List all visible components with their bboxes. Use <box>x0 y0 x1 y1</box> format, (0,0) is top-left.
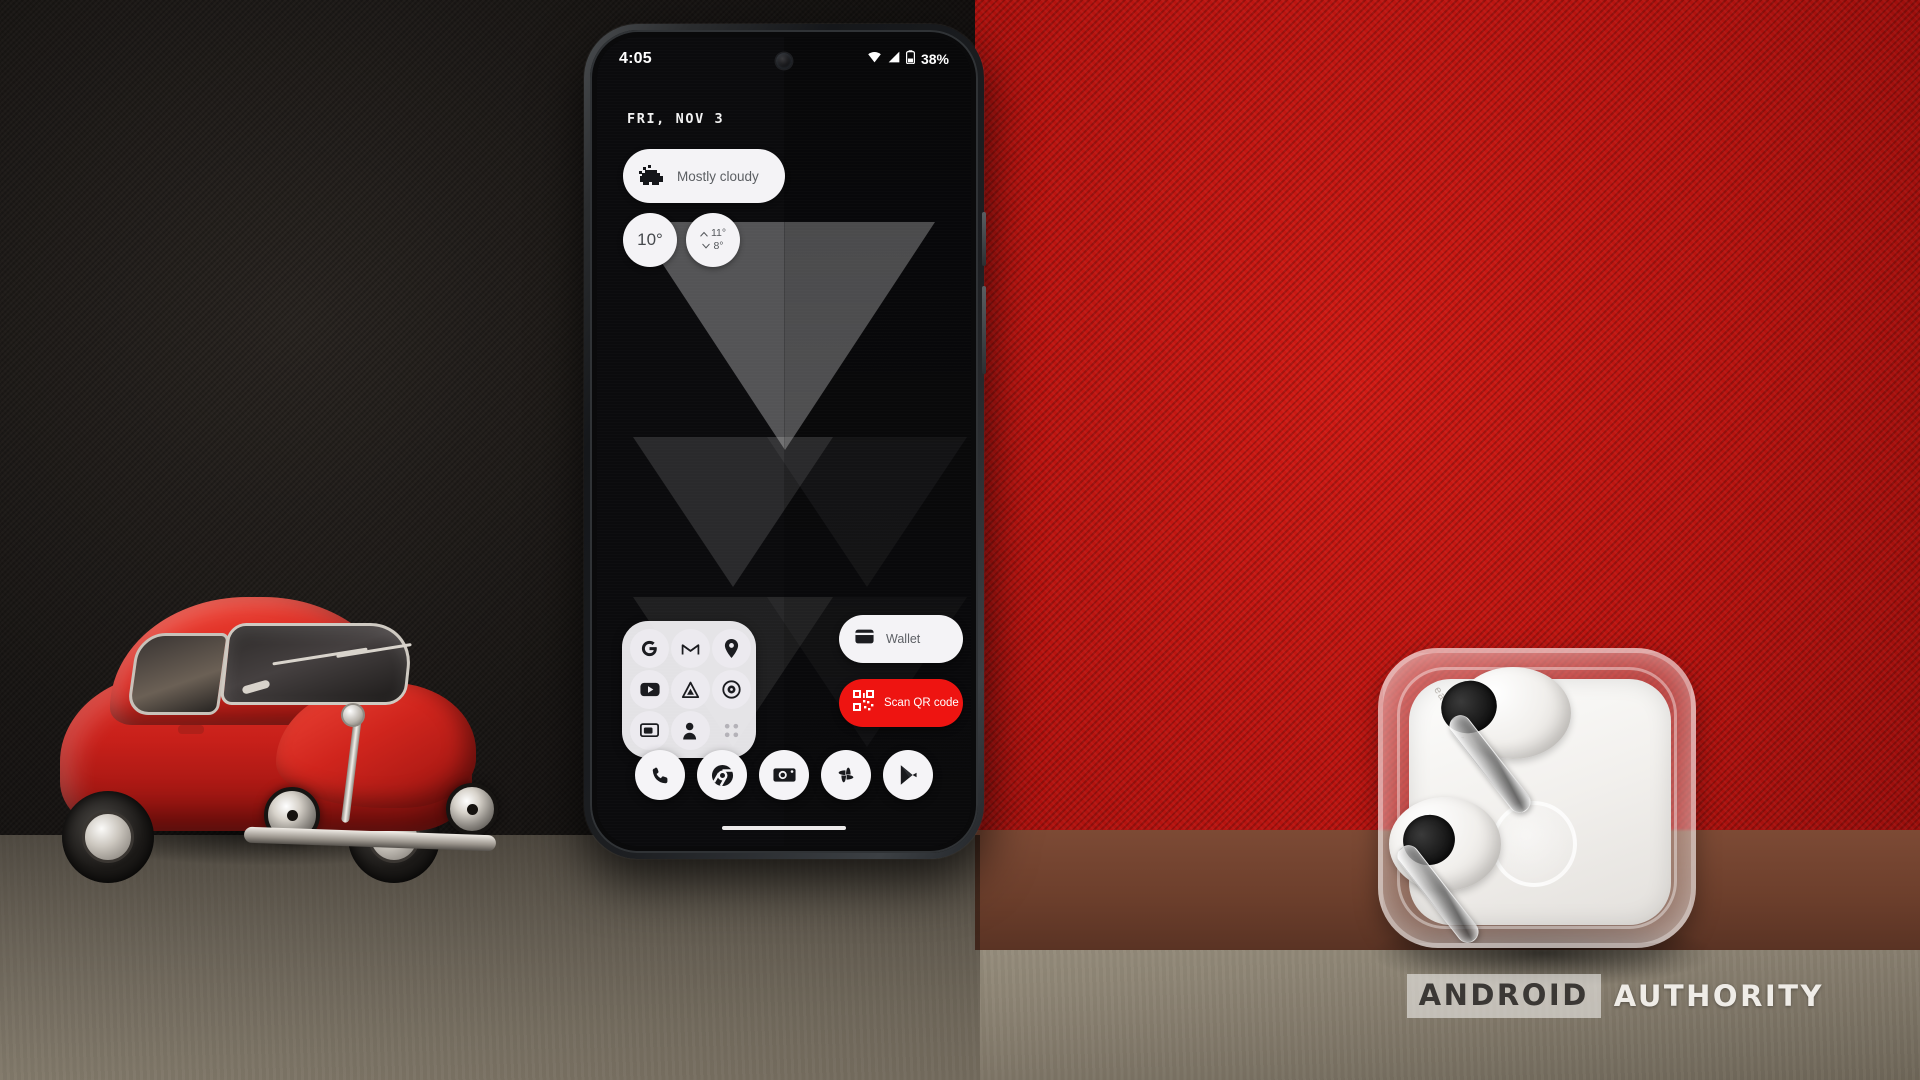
earbuds-case-ring <box>1491 801 1577 887</box>
weather-highlow-circle[interactable]: 11° 8° <box>686 213 740 267</box>
battery-icon <box>905 49 915 69</box>
toy-car-door-handle <box>178 725 204 734</box>
toy-car <box>48 555 498 883</box>
earbuds-transparent-case: ear (case) <box>1378 648 1696 948</box>
phone-screen[interactable]: 4:05 38% FRI, NOV 3 Mostly cloudy 10° 11… <box>597 37 971 846</box>
app-icon-more[interactable] <box>712 711 751 750</box>
dock-icon-photos[interactable] <box>821 750 871 800</box>
wallet-button[interactable]: Wallet <box>839 615 963 663</box>
weather-high-row: 11° <box>700 226 727 240</box>
weather-temp-row: 10° 11° 8° <box>623 213 785 267</box>
wallpaper-triangle-mid-left <box>633 437 833 587</box>
app-icon-contacts[interactable] <box>671 711 710 750</box>
weather-condition-pill[interactable]: Mostly cloudy <box>623 149 785 203</box>
cellular-signal-icon <box>887 50 901 68</box>
weather-condition-text: Mostly cloudy <box>677 168 759 184</box>
photo-scene: ear (case) <box>0 0 1920 1080</box>
front-camera-punch-hole <box>776 53 792 69</box>
dock-icon-camera[interactable] <box>759 750 809 800</box>
app-icon-youtube[interactable] <box>630 670 669 709</box>
google-apps-grid-widget[interactable] <box>622 621 756 758</box>
chevron-down-icon <box>702 244 711 249</box>
dock-icon-chrome[interactable] <box>697 750 747 800</box>
home-gesture-bar[interactable] <box>722 826 846 830</box>
weather-current-temp-circle[interactable]: 10° <box>623 213 677 267</box>
watermark: ANDROID AUTHORITY <box>1406 974 1824 1018</box>
dock-icon-play-store[interactable] <box>883 750 933 800</box>
scan-qr-button[interactable]: Scan QR code <box>839 679 963 727</box>
battery-percentage: 38% <box>920 51 949 67</box>
phone-power-button[interactable] <box>982 212 986 266</box>
status-bar-icons: 38% <box>867 49 949 69</box>
wallet-label: Wallet <box>886 632 921 646</box>
app-icon-maps[interactable] <box>712 629 751 668</box>
status-bar-clock: 4:05 <box>619 50 652 67</box>
weather-low-temp: 8° <box>713 239 724 252</box>
watermark-android: ANDROID <box>1418 978 1589 1012</box>
app-icon-cast[interactable] <box>630 711 669 750</box>
weather-low-row: 8° <box>702 239 724 253</box>
weather-high-temp: 11° <box>710 226 727 239</box>
watermark-authority: AUTHORITY <box>1613 979 1824 1013</box>
app-icon-drive[interactable] <box>671 670 710 709</box>
app-icon-gmail[interactable] <box>671 629 710 668</box>
credit-card-icon <box>855 629 874 649</box>
weather-widget[interactable]: Mostly cloudy 10° 11° 8° <box>623 149 785 267</box>
wallpaper-triangle-mid-right <box>767 437 967 587</box>
app-dock <box>597 750 971 800</box>
toy-car-front-wheel <box>62 791 154 883</box>
phone-volume-button[interactable] <box>982 286 986 374</box>
toy-car-side-window <box>126 633 230 715</box>
weather-current-temp: 10° <box>637 230 663 249</box>
desk-shadow <box>0 835 980 1080</box>
app-icon-google[interactable] <box>630 629 669 668</box>
earbuds-case: ear (case) <box>1368 648 1718 988</box>
toy-car-vw-badge <box>341 703 365 727</box>
smartphone: 4:05 38% FRI, NOV 3 Mostly cloudy 10° 11… <box>584 24 986 859</box>
qr-code-icon <box>853 690 874 716</box>
app-icon-photos-disc[interactable] <box>712 670 751 709</box>
quick-action-stack: Wallet Scan QR code <box>839 615 963 727</box>
dock-icon-phone[interactable] <box>635 750 685 800</box>
wifi-icon <box>867 50 882 68</box>
scan-qr-label: Scan QR code <box>884 697 959 709</box>
cloud-icon <box>639 165 665 187</box>
toy-car-headlight-right <box>446 783 498 835</box>
home-screen-date: FRI, NOV 3 <box>627 111 725 127</box>
watermark-box: ANDROID <box>1406 974 1601 1018</box>
chevron-up-icon <box>700 231 708 237</box>
